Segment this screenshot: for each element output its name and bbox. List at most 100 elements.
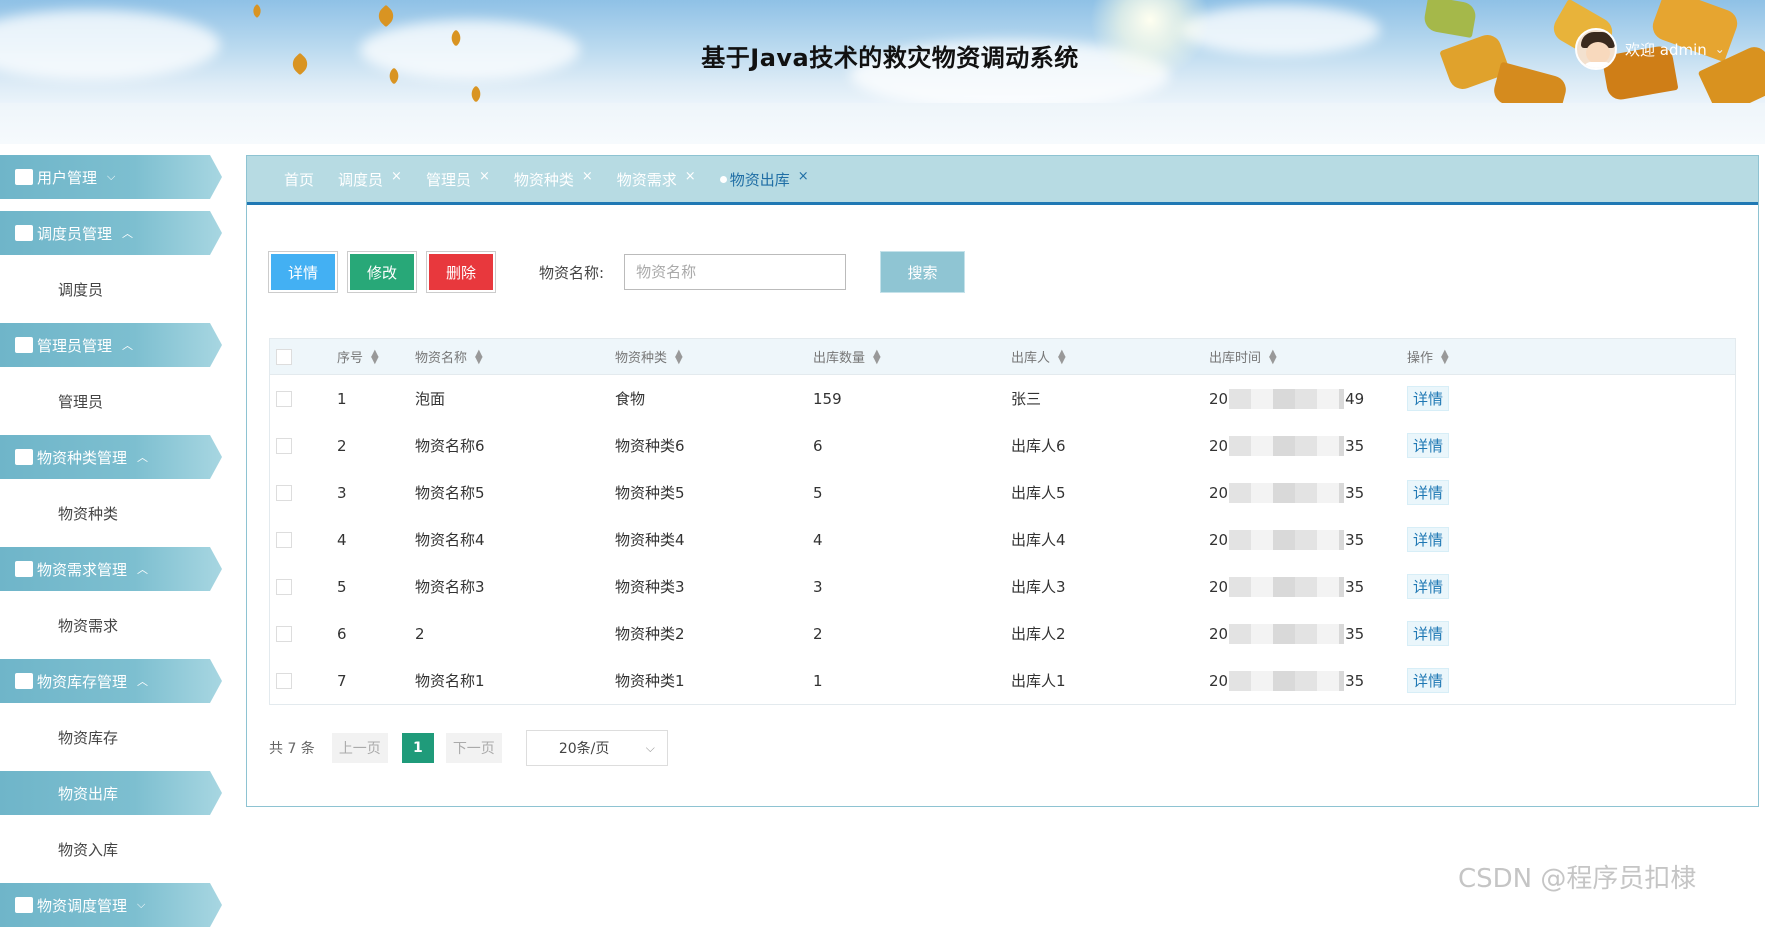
row-checkbox[interactable] (276, 437, 292, 454)
cell-category: 物资种类1 (615, 672, 685, 690)
chevron-down-icon[interactable]: ⌄ (1715, 42, 1725, 56)
column-header[interactable]: 出库数量 ▲ ▼ (813, 347, 1011, 366)
row-checkbox[interactable] (276, 672, 292, 689)
table-row[interactable]: 4 物资名称4 物资种类4 4 出库人4 20 35 详情 (270, 516, 1735, 563)
chevron-down-icon: ⌵ (645, 740, 655, 755)
time-suffix: 35 (1345, 530, 1365, 549)
column-header-label: 出库数量 (813, 351, 866, 366)
close-icon[interactable]: × (685, 169, 696, 184)
sidebar-group[interactable]: 物资种类管理 ︿ (0, 435, 225, 479)
sort-icon[interactable]: ▲ ▼ (1058, 348, 1066, 365)
avatar[interactable] (1575, 28, 1617, 70)
row-detail-button[interactable]: 详情 (1407, 480, 1450, 505)
row-detail-button[interactable]: 详情 (1407, 433, 1450, 458)
cell-no: 6 (337, 624, 347, 643)
cell-quantity: 2 (813, 624, 823, 643)
sort-icon[interactable]: ▲ ▼ (675, 348, 683, 365)
select-all-checkbox[interactable] (276, 348, 292, 365)
column-header-label: 操作 (1407, 351, 1434, 366)
row-detail-button[interactable]: 详情 (1407, 574, 1450, 599)
sidebar-item[interactable]: 物资入库 (0, 827, 225, 871)
leaf-icon (374, 4, 398, 28)
cell-no: 1 (337, 389, 347, 408)
cell-quantity: 159 (813, 389, 842, 408)
column-header[interactable]: 出库人 ▲ ▼ (1011, 347, 1209, 366)
row-checkbox[interactable] (276, 578, 292, 595)
tab[interactable]: 管理员 × (426, 169, 490, 190)
next-page-button[interactable]: 下一页 (445, 733, 502, 763)
sidebar-group[interactable]: 物资调度管理 ⌵ (0, 883, 225, 927)
delete-button[interactable]: 删除 (427, 252, 495, 292)
current-page[interactable]: 1 (401, 733, 434, 763)
sidebar-item[interactable]: 物资库存 (0, 715, 225, 759)
time-suffix: 35 (1345, 577, 1365, 596)
column-header[interactable]: 出库时间 ▲ ▼ (1209, 347, 1407, 366)
search-input[interactable] (624, 254, 847, 290)
sort-icon[interactable]: ▲ ▼ (873, 348, 881, 365)
sidebar-group[interactable]: 管理员管理 ︿ (0, 323, 225, 367)
column-header[interactable]: 序号 ▲ ▼ (337, 347, 415, 366)
column-header[interactable]: 物资名称 ▲ ▼ (415, 347, 615, 366)
row-detail-button[interactable]: 详情 (1407, 668, 1450, 693)
row-checkbox[interactable] (276, 390, 292, 407)
sort-icon[interactable]: ▲ ▼ (1269, 348, 1277, 365)
detail-button[interactable]: 详情 (269, 252, 337, 292)
sidebar-group[interactable]: 用户管理 ⌵ (0, 155, 225, 199)
cell-name: 物资名称4 (415, 531, 485, 549)
time-prefix: 20 (1209, 624, 1229, 643)
row-checkbox[interactable] (276, 625, 292, 642)
row-detail-button[interactable]: 详情 (1407, 621, 1450, 646)
table-row[interactable]: 1 泡面 食物 159 张三 20 49 详情 (270, 375, 1735, 422)
top-header: 基于Java技术的救灾物资调动系统 欢迎 admin ⌄ (0, 0, 1765, 103)
sidebar-group[interactable]: 调度员管理 ︿ (0, 211, 225, 255)
copy-icon (15, 449, 33, 465)
prev-page-button[interactable]: 上一页 (331, 733, 388, 763)
close-icon[interactable]: × (582, 169, 593, 184)
tab[interactable]: 物资种类 × (514, 169, 593, 190)
cell-name: 2 (415, 624, 425, 643)
sort-icon[interactable]: ▲ ▼ (475, 348, 483, 365)
cell-no: 3 (337, 483, 347, 502)
cell-time: 20 35 (1209, 529, 1407, 550)
sidebar-group[interactable]: 物资库存管理 ︿ (0, 659, 225, 703)
close-icon[interactable]: × (798, 169, 809, 184)
table-row[interactable]: 5 物资名称3 物资种类3 3 出库人3 20 35 详情 (270, 563, 1735, 610)
tab[interactable]: 首页 (284, 169, 314, 190)
sidebar-item[interactable]: 物资种类 (0, 491, 225, 535)
time-prefix: 20 (1209, 483, 1229, 502)
row-detail-button[interactable]: 详情 (1407, 527, 1450, 552)
sidebar-group[interactable]: 物资需求管理 ︿ (0, 547, 225, 591)
sidebar-item[interactable]: 物资出库 (0, 771, 225, 815)
row-checkbox[interactable] (276, 531, 292, 548)
table-row[interactable]: 7 物资名称1 物资种类1 1 出库人1 20 35 详情 (270, 657, 1735, 704)
cell-no: 2 (337, 436, 347, 455)
sidebar-item-label: 物资种类 (58, 504, 119, 523)
time-prefix: 20 (1209, 530, 1229, 549)
tab[interactable]: 物资出库 × (719, 169, 809, 190)
page-size-select[interactable]: 20条/页 ⌵ (525, 730, 668, 766)
sort-icon[interactable]: ▲ ▼ (371, 348, 379, 365)
column-header[interactable]: 操作 ▲ ▼ (1407, 347, 1527, 366)
welcome-text: 欢迎 admin (1625, 40, 1707, 59)
sidebar-item[interactable]: 管理员 (0, 379, 225, 423)
row-detail-button[interactable]: 详情 (1407, 386, 1450, 411)
table-row[interactable]: 3 物资名称5 物资种类5 5 出库人5 20 35 详情 (270, 469, 1735, 516)
sidebar-item-label: 调度员 (58, 280, 104, 299)
sidebar-item[interactable]: 调度员 (0, 267, 225, 311)
close-icon[interactable]: × (479, 169, 490, 184)
row-checkbox[interactable] (276, 484, 292, 501)
search-button[interactable]: 搜索 (880, 251, 966, 293)
table-body: 1 泡面 食物 159 张三 20 49 详情 2 物资名称6 物资种类6 6 出库人6 20 35 详情 3 物… (270, 375, 1735, 704)
table-row[interactable]: 2 物资名称6 物资种类6 6 出库人6 20 35 详情 (270, 422, 1735, 469)
user-menu[interactable]: 欢迎 admin ⌄ (1575, 28, 1725, 70)
edit-button[interactable]: 修改 (348, 252, 416, 292)
sidebar-item[interactable]: 物资需求 (0, 603, 225, 647)
chevron-icon: ︿ (137, 563, 149, 576)
table-row[interactable]: 6 2 物资种类2 2 出库人2 20 35 详情 (270, 610, 1735, 657)
tab[interactable]: 调度员 × (338, 169, 402, 190)
close-icon[interactable]: × (391, 169, 402, 184)
time-suffix: 35 (1345, 436, 1365, 455)
column-header[interactable]: 物资种类 ▲ ▼ (615, 347, 813, 366)
sort-icon[interactable]: ▲ ▼ (1441, 348, 1449, 365)
tab[interactable]: 物资需求 × (617, 169, 696, 190)
